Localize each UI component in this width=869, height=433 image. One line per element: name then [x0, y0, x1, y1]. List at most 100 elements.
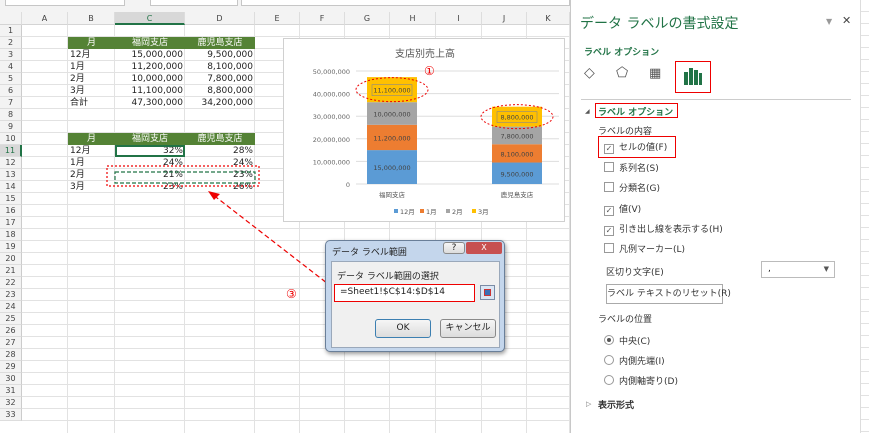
- active-cell[interactable]: [115, 145, 185, 157]
- row-header-11[interactable]: 11: [0, 145, 22, 157]
- name-box[interactable]: [5, 0, 125, 6]
- table-cell[interactable]: 1月: [68, 61, 115, 73]
- checkbox[interactable]: [604, 182, 614, 192]
- size-properties-icon[interactable]: ▦: [649, 66, 661, 81]
- table-cell[interactable]: 23%: [185, 169, 255, 181]
- column-header-A[interactable]: A: [22, 12, 68, 25]
- column-header-J[interactable]: J: [482, 12, 527, 25]
- column-header-B[interactable]: B: [68, 12, 115, 25]
- column-header-D[interactable]: D: [185, 12, 255, 25]
- row-header-6[interactable]: 6: [0, 85, 22, 97]
- row-header-17[interactable]: 17: [0, 217, 22, 229]
- table-cell[interactable]: 10,000,000: [115, 73, 185, 85]
- close-icon[interactable]: ✕: [842, 14, 851, 27]
- close-button[interactable]: X: [466, 242, 502, 254]
- row-header-27[interactable]: 27: [0, 337, 22, 349]
- table-cell[interactable]: 2月: [68, 169, 115, 181]
- table-cell[interactable]: 12月: [68, 145, 115, 157]
- table-cell[interactable]: 26%: [185, 181, 255, 193]
- row-header-23[interactable]: 23: [0, 289, 22, 301]
- row-header-20[interactable]: 20: [0, 253, 22, 265]
- ok-button[interactable]: OK: [375, 319, 431, 338]
- radio-button[interactable]: [604, 355, 614, 365]
- table-cell[interactable]: 24%: [115, 157, 185, 169]
- range-input[interactable]: =Sheet1!$C$14:$D$14: [334, 284, 475, 302]
- checkbox[interactable]: ✓: [604, 226, 614, 236]
- table-cell[interactable]: 47,300,000: [115, 97, 185, 109]
- table-cell[interactable]: 2月: [68, 73, 115, 85]
- checkbox-item[interactable]: 分類名(G): [604, 181, 660, 194]
- number-section[interactable]: 表示形式: [598, 398, 634, 411]
- row-header-15[interactable]: 15: [0, 193, 22, 205]
- column-header-K[interactable]: K: [527, 12, 570, 25]
- table-cell[interactable]: 8,800,000: [185, 85, 255, 97]
- checkbox-item[interactable]: ✓ セルの値(F): [604, 140, 667, 154]
- row-header-26[interactable]: 26: [0, 325, 22, 337]
- column-header-H[interactable]: H: [390, 12, 436, 25]
- table-cell[interactable]: 11,200,000: [115, 61, 185, 73]
- row-header-31[interactable]: 31: [0, 385, 22, 397]
- table-cell[interactable]: 9,500,000: [185, 49, 255, 61]
- column-header-C[interactable]: C: [115, 12, 185, 25]
- row-header-16[interactable]: 16: [0, 205, 22, 217]
- table-cell[interactable]: 7,800,000: [185, 73, 255, 85]
- row-header-9[interactable]: 9: [0, 121, 22, 133]
- row-header-21[interactable]: 21: [0, 265, 22, 277]
- table-cell[interactable]: 15,000,000: [115, 49, 185, 61]
- section-label-options[interactable]: ラベル オプション: [595, 103, 678, 118]
- row-header-7[interactable]: 7: [0, 97, 22, 109]
- row-header-30[interactable]: 30: [0, 373, 22, 385]
- checkbox-item[interactable]: ✓ 値(V): [604, 202, 641, 216]
- reset-label-text-button[interactable]: ラベル テキストのリセット(R): [606, 284, 731, 304]
- radio-item[interactable]: 内側軸寄り(D): [604, 374, 678, 387]
- help-button[interactable]: ?: [443, 242, 465, 254]
- row-header-33[interactable]: 33: [0, 409, 22, 421]
- checkbox-item[interactable]: 凡例マーカー(L): [604, 242, 685, 255]
- row-header-3[interactable]: 3: [0, 49, 22, 61]
- table-cell[interactable]: 8,100,000: [185, 61, 255, 73]
- row-header-29[interactable]: 29: [0, 361, 22, 373]
- table-cell[interactable]: 34,200,000: [185, 97, 255, 109]
- row-header-5[interactable]: 5: [0, 73, 22, 85]
- row-header-10[interactable]: 10: [0, 133, 22, 145]
- expand-triangle-icon[interactable]: ▷: [586, 400, 591, 408]
- row-header-13[interactable]: 13: [0, 169, 22, 181]
- row-header-28[interactable]: 28: [0, 349, 22, 361]
- checkbox[interactable]: ✓: [604, 144, 614, 154]
- separator-dropdown[interactable]: , ▼: [761, 261, 835, 278]
- fill-line-icon[interactable]: ◇: [584, 65, 595, 81]
- radio-item[interactable]: 内側先端(I): [604, 354, 665, 367]
- table-cell[interactable]: 12月: [68, 49, 115, 61]
- table-cell[interactable]: 3月: [68, 85, 115, 97]
- table-cell[interactable]: 23%: [115, 181, 185, 193]
- cancel-button[interactable]: キャンセル: [440, 319, 496, 338]
- table-cell[interactable]: 11,100,000: [115, 85, 185, 97]
- column-header-E[interactable]: E: [255, 12, 300, 25]
- table-cell[interactable]: 24%: [185, 157, 255, 169]
- effects-icon[interactable]: ⬠: [616, 65, 628, 81]
- label-options-tab[interactable]: [675, 61, 711, 93]
- collapse-dialog-button[interactable]: [480, 285, 495, 300]
- row-header-1[interactable]: 1: [0, 25, 22, 37]
- column-header-I[interactable]: I: [436, 12, 482, 25]
- table-cell[interactable]: 合計: [68, 97, 115, 109]
- radio-button[interactable]: [604, 375, 614, 385]
- row-header-4[interactable]: 4: [0, 61, 22, 73]
- checkbox-item[interactable]: ✓ 引き出し線を表示する(H): [604, 222, 723, 236]
- formula-buttons[interactable]: [150, 0, 238, 6]
- collapse-triangle-icon[interactable]: ◢: [585, 108, 590, 115]
- table-cell[interactable]: 3月: [68, 181, 115, 193]
- row-header-12[interactable]: 12: [0, 157, 22, 169]
- checkbox[interactable]: [604, 243, 614, 253]
- radio-button[interactable]: [604, 335, 614, 345]
- row-header-2[interactable]: 2: [0, 37, 22, 49]
- formula-input[interactable]: [241, 0, 570, 6]
- table-cell[interactable]: 21%: [115, 169, 185, 181]
- column-header-F[interactable]: F: [300, 12, 345, 25]
- row-header-8[interactable]: 8: [0, 109, 22, 121]
- checkbox[interactable]: ✓: [604, 206, 614, 216]
- table-cell[interactable]: 1月: [68, 157, 115, 169]
- row-header-25[interactable]: 25: [0, 313, 22, 325]
- radio-item[interactable]: 中央(C): [604, 334, 650, 347]
- row-header-32[interactable]: 32: [0, 397, 22, 409]
